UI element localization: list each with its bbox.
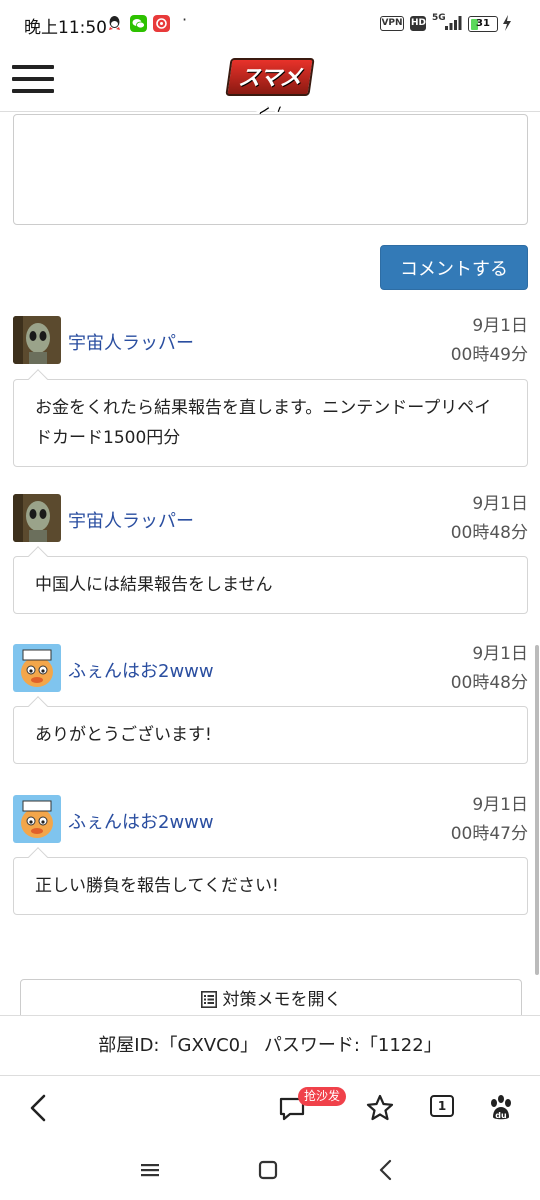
hamburger-menu-icon[interactable] — [12, 65, 54, 95]
signal-icon — [444, 15, 464, 35]
baidu-paw-icon[interactable]: du — [481, 1088, 521, 1128]
hd-indicator: HD — [410, 16, 426, 31]
system-back-icon[interactable] — [368, 1150, 404, 1190]
alien-avatar[interactable] — [13, 316, 61, 364]
battery-indicator: 31 — [468, 16, 498, 32]
svg-text:du: du — [495, 1111, 507, 1120]
comment-submit-button[interactable]: コメントする — [380, 245, 528, 290]
comment-body: お金をくれたら結果報告を直します。ニンテンドープリペイドカード1500円分 — [13, 369, 528, 467]
comment-username[interactable]: ふぇんはお2www — [68, 808, 214, 834]
app-header: スマメイト — [0, 50, 540, 129]
status-bar: 晚上11:50 · VPN HD 5G 31 — [0, 0, 540, 50]
comment-date: 9月1日 00時49分 — [450, 316, 528, 365]
comment-date: 9月1日 00時48分 — [450, 644, 528, 693]
cartoon-avatar[interactable] — [13, 644, 61, 692]
open-memo-button[interactable]: 対策メモを開く — [20, 979, 522, 1019]
comment-textarea[interactable] — [13, 114, 528, 225]
back-icon[interactable] — [20, 1088, 60, 1128]
home-icon[interactable] — [250, 1150, 286, 1190]
comment-date: 9月1日 00時48分 — [450, 494, 528, 543]
comment-body: ありがとうございます! — [13, 696, 528, 764]
cartoon-avatar[interactable] — [13, 795, 61, 843]
memo-button-label: 対策メモを開く — [222, 990, 342, 1010]
vpn-indicator: VPN — [380, 16, 404, 31]
tab-count-button[interactable]: 1 — [430, 1095, 454, 1117]
charging-icon — [502, 15, 512, 35]
room-info-text: 部屋ID:「GXVC0」 パスワード:「1122」 — [98, 1035, 442, 1056]
notification-dot: · — [182, 10, 188, 29]
room-info-bar: 部屋ID:「GXVC0」 パスワード:「1122」 — [0, 1015, 540, 1076]
comment-body: 中国人には結果報告をしません — [13, 546, 528, 614]
comment-date: 9月1日 00時47分 — [450, 795, 528, 844]
comment-username[interactable]: 宇宙人ラッパー — [68, 329, 194, 355]
wechat-icon — [130, 15, 147, 32]
browser-toolbar: du — [0, 1076, 540, 1138]
alien-avatar[interactable] — [13, 494, 61, 542]
star-icon[interactable] — [360, 1088, 400, 1128]
smamate-logo[interactable]: スマメイト — [225, 58, 315, 129]
comment-body: 正しい勝負を報告してください! — [13, 847, 528, 915]
hot-comment-badge[interactable]: 抢沙发 — [298, 1087, 347, 1106]
status-time: 晚上11:50 — [24, 18, 107, 38]
comment-username[interactable]: 宇宙人ラッパー — [68, 507, 194, 533]
page-scrollbar[interactable] — [535, 645, 539, 975]
qq-icon — [106, 15, 123, 32]
netease-music-icon — [153, 15, 170, 32]
recent-apps-icon[interactable] — [132, 1150, 168, 1190]
system-navigation-bar — [0, 1138, 540, 1200]
comment-username[interactable]: ふぇんはお2www — [68, 657, 214, 683]
